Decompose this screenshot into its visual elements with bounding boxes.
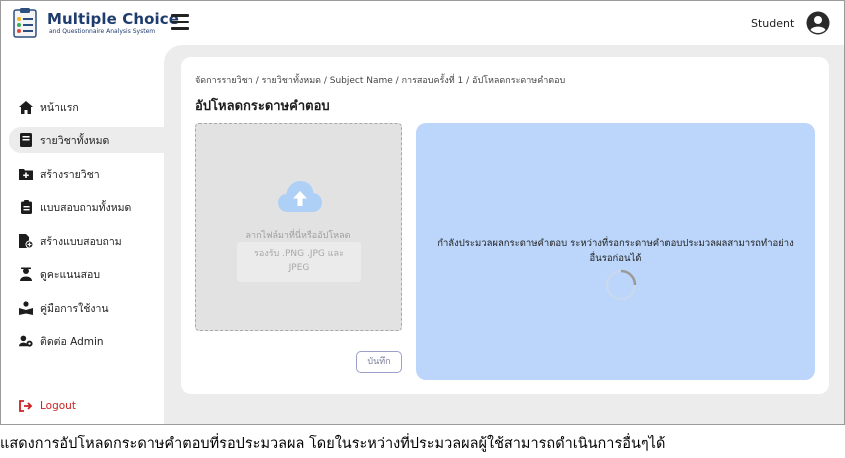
sidebar-item-label: คู่มือการใช้งาน [40,302,109,315]
sidebar-item-create-survey[interactable]: สร้างแบบสอบถาม [9,228,164,254]
app-title: Multiple Choice [47,10,180,28]
supported-formats: รองรับ .PNG .JPG และ JPEG [237,242,361,282]
logout-icon [19,399,33,413]
status-line: กำลังประมวลผลกระดาษคำตอบ ระหว่างที่รอกระ… [437,238,794,249]
contact-admin-icon [19,334,33,348]
app-subtitle: and Questionnaire Analysis System [49,28,156,35]
sidebar-item-label: ดูคะแนนสอบ [40,268,100,281]
sidebar-item-label: แบบสอบถามทั้งหมด [40,201,132,214]
figure-caption: แสดงการอัปโหลดกระดาษคำตอบที่รอประมวลผล โ… [0,436,666,452]
sidebar-item-home[interactable]: หน้าแรก [9,94,164,120]
sidebar-item-contact-admin[interactable]: ติดต่อ Admin [9,328,164,354]
sidebar-item-all-surveys[interactable]: แบบสอบถามทั้งหมด [9,194,164,220]
clipboard-icon [19,200,33,214]
home-icon [19,100,33,114]
sidebar-item-view-scores[interactable]: ดูคะแนนสอบ [9,261,164,287]
dropzone-text: ลากไฟล์มาที่นี่หรืออัปโหลด [245,231,351,241]
save-button[interactable]: บันทึก [356,351,402,373]
file-dropzone[interactable]: ลากไฟล์มาที่นี่หรืออัปโหลด รองรับ .PNG .… [195,123,402,331]
cloud-upload-icon [278,181,322,212]
book-icon [19,133,33,147]
manual-icon [19,301,33,315]
processing-status-panel: กำลังประมวลผลกระดาษคำตอบ ระหว่างที่รอกระ… [416,123,815,380]
create-survey-icon [19,234,33,248]
sidebar-item-label: หน้าแรก [40,101,79,114]
breadcrumb[interactable]: จัดการรายวิชา / รายวิชาทั้งหมด / Subject… [195,73,565,87]
sidebar: หน้าแรก รายวิชาทั้งหมด สร้างรายวิชา แบบส… [1,45,169,424]
supported-formats-line: JPEG [288,263,310,273]
logout-label: Logout [40,400,76,412]
sidebar-item-create-course[interactable]: สร้างรายวิชา [9,161,164,187]
page-title: อัปโหลดกระดาษคำตอบ [195,99,330,114]
logout-button[interactable]: Logout [9,393,164,419]
score-icon [19,267,33,281]
logo-icon[interactable] [9,7,41,39]
user-role-label: Student [751,17,795,30]
sidebar-item-all-courses[interactable]: รายวิชาทั้งหมด [9,127,169,153]
user-avatar-icon[interactable] [806,11,830,35]
add-folder-icon [19,167,33,181]
status-line: อื่นรอก่อนได้ [589,253,642,264]
sidebar-item-label: สร้างรายวิชา [40,168,100,181]
loading-spinner-icon [605,269,637,301]
sidebar-item-user-manual[interactable]: คู่มือการใช้งาน [9,295,164,321]
hamburger-menu-icon[interactable] [171,14,189,30]
sidebar-item-label: ติดต่อ Admin [40,335,104,348]
top-header: Multiple Choice and Questionnaire Analys… [1,1,844,45]
sidebar-item-label: สร้างแบบสอบถาม [40,235,122,248]
processing-status-text: กำลังประมวลผลกระดาษคำตอบ ระหว่างที่รอกระ… [416,236,815,266]
app-window: Multiple Choice and Questionnaire Analys… [0,0,845,425]
sidebar-item-label: รายวิชาทั้งหมด [40,134,110,147]
supported-formats-line: รองรับ .PNG .JPG และ [254,249,344,259]
